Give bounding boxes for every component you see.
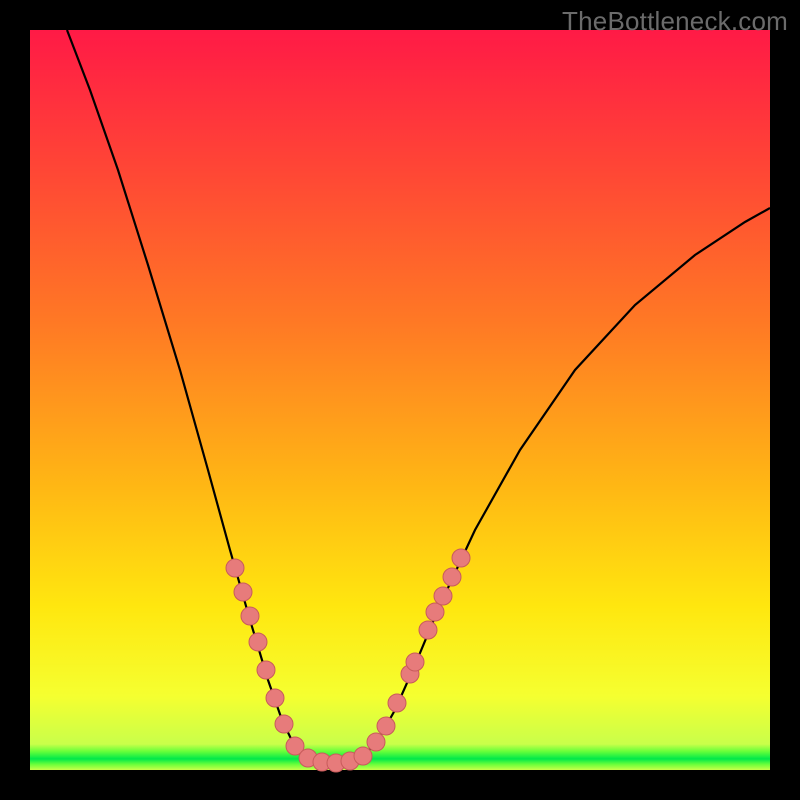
chart-frame: TheBottleneck.com: [0, 0, 800, 800]
marker-point: [266, 689, 284, 707]
marker-point: [388, 694, 406, 712]
marker-point: [452, 549, 470, 567]
plot-area: [30, 30, 770, 770]
marker-point: [434, 587, 452, 605]
marker-point: [241, 607, 259, 625]
marker-point: [249, 633, 267, 651]
marker-point: [419, 621, 437, 639]
curve-layer: [30, 30, 770, 770]
marker-point: [406, 653, 424, 671]
marker-point: [354, 747, 372, 765]
watermark-text: TheBottleneck.com: [562, 6, 788, 37]
marker-point: [443, 568, 461, 586]
marker-point: [275, 715, 293, 733]
marker-point: [257, 661, 275, 679]
marker-point: [426, 603, 444, 621]
marker-point: [226, 559, 244, 577]
marker-point: [367, 733, 385, 751]
marker-point: [377, 717, 395, 735]
marker-point: [234, 583, 252, 601]
bottleneck-curve: [67, 30, 770, 763]
